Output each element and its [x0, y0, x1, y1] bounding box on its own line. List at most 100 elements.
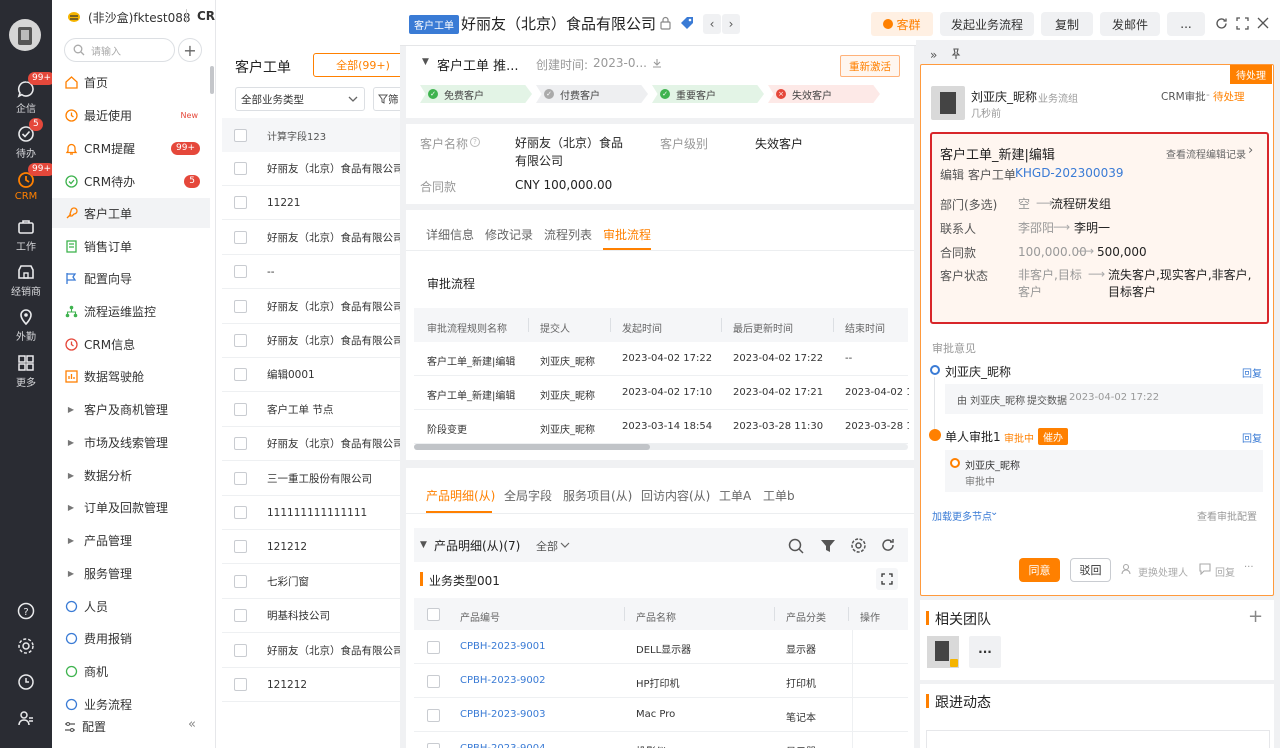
- nav-item-7[interactable]: 流程运维监控: [52, 296, 210, 326]
- lock-icon[interactable]: [659, 16, 672, 30]
- list-item[interactable]: 七彩门窗: [222, 565, 400, 599]
- subtab-4[interactable]: 工单A: [719, 487, 751, 504]
- rail-field[interactable]: 外勤: [0, 308, 52, 343]
- rail-work[interactable]: 工作: [0, 218, 52, 253]
- user-swap-icon[interactable]: [1121, 563, 1133, 575]
- refresh-icon[interactable]: [1215, 17, 1228, 30]
- list-item[interactable]: 客户工单 节点: [222, 393, 400, 427]
- rail-crm[interactable]: CRM 99+: [0, 163, 55, 202]
- filter-button[interactable]: 筛: [373, 87, 403, 111]
- row-checkbox[interactable]: [234, 540, 247, 554]
- chevron-down-icon[interactable]: [560, 541, 570, 549]
- row-checkbox[interactable]: [234, 609, 247, 623]
- caret-down-icon[interactable]: ▼: [422, 57, 429, 67]
- add-member-icon[interactable]: +: [1248, 606, 1263, 627]
- stage-step[interactable]: ✓ 免费客户: [420, 85, 532, 103]
- product-code-link[interactable]: CPBH-2023-9004: [460, 743, 546, 748]
- search-icon[interactable]: [788, 538, 804, 554]
- nav-item-0[interactable]: 首页: [52, 67, 210, 97]
- filter-all-button[interactable]: 全部(99+): [313, 53, 413, 77]
- list-item[interactable]: 好丽友（北京）食品有限公司: [222, 152, 400, 186]
- list-item[interactable]: 好丽友（北京）食品有限公司0: [222, 427, 400, 462]
- nav-item-1[interactable]: 最近使用 New: [52, 100, 210, 130]
- subtab-0[interactable]: 产品明细(从): [426, 487, 495, 504]
- nav-item-14[interactable]: ▶ 产品管理: [52, 525, 210, 555]
- nav-item-13[interactable]: ▶ 订单及回款管理: [52, 492, 210, 522]
- row-checkbox[interactable]: [234, 574, 247, 588]
- reject-button[interactable]: 驳回: [1070, 558, 1111, 582]
- list-item[interactable]: 好丽友（北京）食品有限公司1: [222, 290, 400, 324]
- select-all-checkbox[interactable]: [234, 128, 247, 142]
- more-actions-button[interactable]: ...: [1167, 12, 1205, 36]
- close-icon[interactable]: [1257, 17, 1269, 29]
- row-checkbox[interactable]: [234, 334, 247, 347]
- subtab-2[interactable]: 服务项目(从): [563, 487, 632, 504]
- list-item[interactable]: 121212: [222, 530, 400, 565]
- team-more-button[interactable]: ···: [969, 636, 1001, 668]
- row-checkbox[interactable]: [234, 437, 247, 451]
- select-all-checkbox[interactable]: [427, 608, 440, 621]
- team-member-avatar[interactable]: [927, 636, 959, 668]
- row-checkbox[interactable]: [234, 506, 247, 519]
- product-code-link[interactable]: CPBH-2023-9003: [460, 709, 546, 720]
- table-scrollbar-thumb[interactable]: [414, 444, 650, 450]
- row-checkbox[interactable]: [427, 641, 440, 654]
- tab-1[interactable]: 修改记录: [485, 226, 533, 243]
- send-mail-button[interactable]: 发邮件: [1100, 12, 1160, 36]
- row-checkbox[interactable]: [234, 678, 247, 691]
- nav-item-8[interactable]: CRM信息: [52, 329, 210, 359]
- settings-icon[interactable]: [16, 636, 36, 656]
- list-item[interactable]: 好丽友（北京）食品有限公司: [222, 634, 400, 668]
- product-code-link[interactable]: CPBH-2023-9001: [460, 641, 546, 652]
- help-circle-icon[interactable]: ?: [470, 137, 480, 147]
- edit-code-link[interactable]: KHGD-202300039: [1015, 166, 1123, 180]
- products-filter[interactable]: 全部: [536, 538, 558, 554]
- search-input[interactable]: 请输入: [64, 38, 175, 62]
- row-checkbox[interactable]: [234, 643, 247, 657]
- list-item[interactable]: 111111111111111: [222, 496, 400, 530]
- list-item[interactable]: 三一重工股份有限公司: [222, 462, 400, 496]
- help-icon[interactable]: ?: [16, 601, 36, 621]
- node2-reply-link[interactable]: 回复: [1242, 430, 1262, 445]
- tab-0[interactable]: 详细信息: [426, 226, 474, 243]
- nav-item-3[interactable]: CRM待办 5: [52, 166, 210, 196]
- row-checkbox[interactable]: [234, 230, 247, 244]
- row-checkbox[interactable]: [234, 368, 247, 382]
- list-item[interactable]: 明基科技公司: [222, 599, 400, 634]
- list-item[interactable]: 121212: [222, 668, 400, 702]
- list-item[interactable]: 好丽友（北京）食品有限公司0: [222, 324, 400, 358]
- nav-item-12[interactable]: ▶ 数据分析: [52, 460, 210, 490]
- double-chevron-right-icon[interactable]: »: [930, 48, 937, 62]
- nav-item-17[interactable]: 费用报销: [52, 623, 210, 653]
- collapse-icon[interactable]: «: [188, 717, 196, 732]
- rail-more[interactable]: 更多: [0, 354, 52, 389]
- node1-reply-link[interactable]: 回复: [1242, 365, 1262, 380]
- view-history-link[interactable]: 查看流程编辑记录: [1166, 146, 1246, 161]
- agree-button[interactable]: 同意: [1019, 558, 1060, 582]
- row-checkbox[interactable]: [234, 196, 247, 210]
- transfer-button[interactable]: 更换处理人: [1138, 564, 1188, 579]
- list-item[interactable]: --: [222, 255, 400, 290]
- stage-step[interactable]: ✓ 付费客户: [536, 85, 648, 103]
- caret-down-icon[interactable]: ▼: [420, 540, 427, 550]
- nav-item-4[interactable]: 客户工单: [52, 198, 210, 228]
- row-checkbox[interactable]: [234, 299, 247, 313]
- history-icon[interactable]: [16, 672, 36, 692]
- tag-icon[interactable]: [680, 16, 694, 30]
- download-icon[interactable]: [652, 58, 662, 68]
- rail-daiban[interactable]: 待办 5: [0, 118, 52, 160]
- reply-button[interactable]: 回复: [1215, 564, 1235, 579]
- stage-step[interactable]: ✓ 重要客户: [652, 85, 764, 103]
- nav-item-16[interactable]: 人员: [52, 591, 210, 621]
- nav-config[interactable]: 配置: [64, 718, 106, 735]
- rail-qiwei[interactable]: 企信 99+: [0, 72, 55, 115]
- next-record-icon[interactable]: ›: [722, 14, 740, 34]
- reactivate-button[interactable]: 重新激活: [840, 55, 900, 77]
- row-checkbox[interactable]: [427, 675, 440, 688]
- fullscreen-icon[interactable]: [876, 568, 898, 590]
- stage-step[interactable]: × 失效客户: [768, 85, 880, 103]
- tab-2[interactable]: 流程列表: [544, 226, 592, 243]
- pin-icon[interactable]: [950, 48, 962, 60]
- nav-item-11[interactable]: ▶ 市场及线索管理: [52, 427, 210, 457]
- row-checkbox[interactable]: [234, 265, 247, 279]
